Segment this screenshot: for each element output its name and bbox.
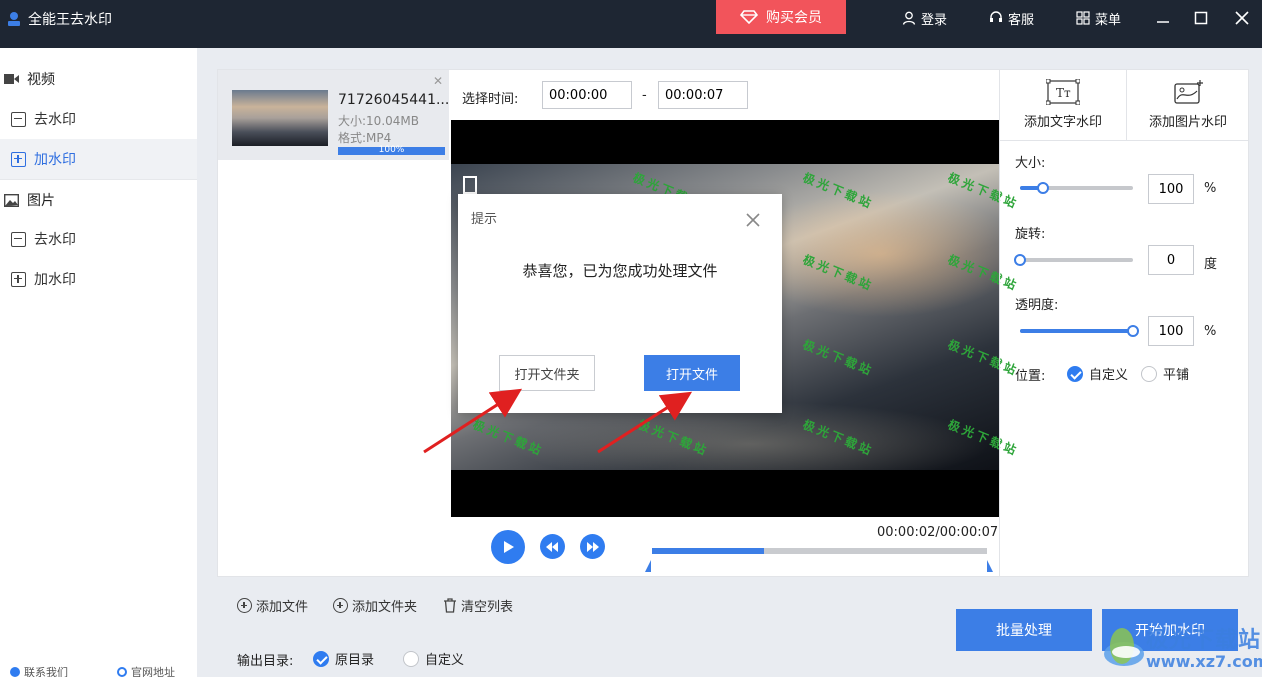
annotation-arrow-open-file [597,391,693,454]
annotation-arrows [423,388,693,454]
annotation-arrow-open-folder [423,388,523,454]
